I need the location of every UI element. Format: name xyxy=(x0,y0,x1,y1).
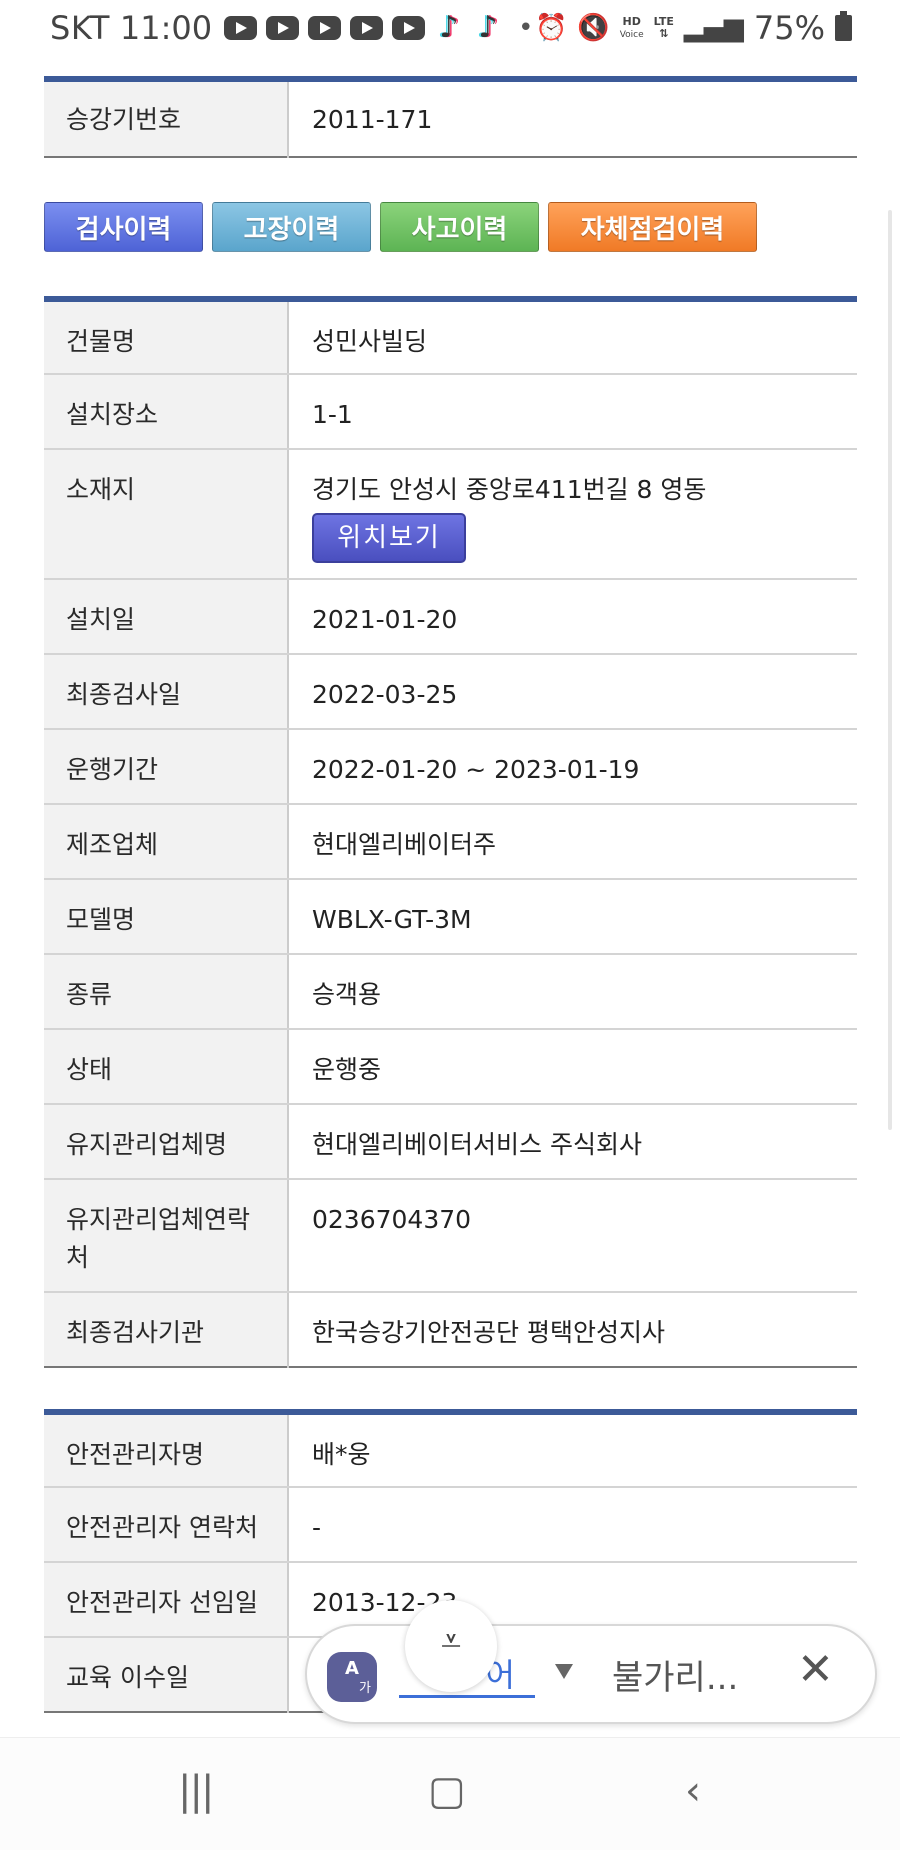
elevator-info-table: 건물명 성민사빌딩 설치장소 1-1 소재지 경기도 안성시 중앙로411번길 … xyxy=(44,296,857,1368)
safety-manager-label: 안전관리자명 xyxy=(44,1412,289,1488)
hd-voice-icon: HD Voice xyxy=(619,14,644,40)
notification-icons: ♪ ♪ • xyxy=(224,13,533,43)
youtube-icon xyxy=(308,16,342,40)
table-row: 소재지 경기도 안성시 중앙로411번길 8 영동 위치보기 xyxy=(44,449,857,580)
model-label: 모델명 xyxy=(44,879,289,955)
elevator-number-table: 승강기번호 2011-171 xyxy=(44,76,857,158)
table-row: 종류 승객용 xyxy=(44,954,857,1030)
elevator-number-value: 2011-171 xyxy=(312,105,433,134)
address-label: 소재지 xyxy=(44,449,289,580)
inspection-agency-label: 최종검사기관 xyxy=(44,1292,289,1367)
youtube-icon xyxy=(224,16,258,40)
education-date-label: 교육 이수일 xyxy=(44,1637,289,1712)
table-row: 최종검사일 2022-03-25 xyxy=(44,654,857,730)
mute-icon: 🔇 xyxy=(577,13,610,43)
model-value: WBLX-GT-3M xyxy=(288,879,857,955)
language-dropdown-icon[interactable] xyxy=(555,1664,573,1679)
install-date-value: 2021-01-20 xyxy=(288,579,857,655)
home-icon[interactable]: ▢ xyxy=(428,1768,466,1814)
recents-icon[interactable]: ||| xyxy=(178,1768,214,1814)
table-row: 설치장소 1-1 xyxy=(44,374,857,450)
table-row: 제조업체 현대엘리베이터주 xyxy=(44,804,857,880)
table-row: 상태 운행중 xyxy=(44,1029,857,1105)
battery-percent: 75% xyxy=(753,9,825,47)
inspection-history-button[interactable]: 검사이력 xyxy=(44,202,203,252)
inspection-agency-value: 한국승강기안전공단 평택안성지사 xyxy=(312,1318,665,1347)
table-row: 최종검사기관 한국승강기안전공단 평택안성지사 xyxy=(44,1292,857,1367)
maintenance-company-label: 유지관리업체명 xyxy=(44,1104,289,1180)
translate-icon[interactable]: A 가 xyxy=(327,1652,377,1702)
target-language-tab[interactable]: 불가리... xyxy=(612,1650,738,1699)
youtube-icon xyxy=(392,16,426,40)
address-cell: 경기도 안성시 중앙로411번길 8 영동 위치보기 xyxy=(288,449,857,580)
clock: 11:00 xyxy=(119,9,213,47)
install-date-label: 설치일 xyxy=(44,579,289,655)
navigation-bar: ||| ▢ ‹ xyxy=(0,1737,900,1850)
type-value: 승객용 xyxy=(288,954,857,1030)
system-icons: ⏰ 🔇 HD Voice LTE ⇅ ▂▄▆ 75% xyxy=(535,0,852,56)
history-button-row: 검사이력 고장이력 사고이력 자체점검이력 xyxy=(44,202,857,252)
accident-history-button[interactable]: 사고이력 xyxy=(380,202,539,252)
maintenance-company-value: 현대엘리베이터서비스 주식회사 xyxy=(288,1104,857,1180)
building-label: 건물명 xyxy=(44,299,289,375)
self-check-history-button[interactable]: 자체점검이력 xyxy=(548,202,757,252)
elevator-number-label: 승강기번호 xyxy=(44,79,289,157)
safety-manager-contact-value: - xyxy=(288,1487,857,1563)
close-icon[interactable]: ✕ xyxy=(797,1644,834,1695)
battery-icon xyxy=(835,11,852,41)
scroll-indicator[interactable] xyxy=(888,210,892,1130)
youtube-icon xyxy=(266,16,300,40)
safety-manager-value: 배*웅 xyxy=(288,1412,857,1488)
lte-icon: LTE ⇅ xyxy=(653,15,674,40)
manufacturer-label: 제조업체 xyxy=(44,804,289,880)
table-row: 안전관리자 연락처 - xyxy=(44,1487,857,1563)
failure-history-button[interactable]: 고장이력 xyxy=(212,202,371,252)
last-inspection-label: 최종검사일 xyxy=(44,654,289,730)
alarm-icon: ⏰ xyxy=(534,13,568,43)
translate-bar: A 가 어 불가리... ✕ xyxy=(305,1624,877,1724)
tiktok-icon: ♪ xyxy=(478,10,498,45)
tiktok-icon: ♪ xyxy=(439,10,459,45)
install-place-label: 설치장소 xyxy=(44,374,289,450)
building-value: 성민사빌딩 xyxy=(288,299,857,375)
last-inspection-value: 2022-03-25 xyxy=(288,654,857,730)
table-row: 유지관리업체연락처 0236704370 xyxy=(44,1179,857,1293)
signal-icon: ▂▄▆ xyxy=(683,13,744,43)
table-row: 운행기간 2022-01-20 ~ 2023-01-19 xyxy=(44,729,857,805)
table-row: 안전관리자명 배*웅 xyxy=(44,1412,857,1488)
back-icon[interactable]: ‹ xyxy=(685,1768,701,1814)
table-row: 모델명 WBLX-GT-3M xyxy=(44,879,857,955)
status-bar: SKT 11:00 ♪ ♪ • ⏰ 🔇 HD Voice LTE ⇅ ▂▄▆ 75% xyxy=(0,0,900,56)
safety-manager-appointed-label: 안전관리자 선임일 xyxy=(44,1562,289,1638)
install-place-value: 1-1 xyxy=(288,374,857,450)
table-row: 유지관리업체명 현대엘리베이터서비스 주식회사 xyxy=(44,1104,857,1180)
table-row: 설치일 2021-01-20 xyxy=(44,579,857,655)
type-label: 종류 xyxy=(44,954,289,1030)
maintenance-contact-value: 0236704370 xyxy=(288,1179,857,1293)
table-row: 건물명 성민사빌딩 xyxy=(44,299,857,375)
page-content: 승강기번호 2011-171 검사이력 고장이력 사고이력 자체점검이력 건물명… xyxy=(44,76,857,1713)
maintenance-contact-label: 유지관리업체연락처 xyxy=(44,1179,289,1293)
more-notifications-dot: • xyxy=(518,13,534,43)
safety-manager-contact-label: 안전관리자 연락처 xyxy=(44,1487,289,1563)
operation-period-value: 2022-01-20 ~ 2023-01-19 xyxy=(288,729,857,805)
view-location-button[interactable]: 위치보기 xyxy=(312,513,466,563)
carrier-label: SKT xyxy=(50,9,110,47)
status-label: 상태 xyxy=(44,1029,289,1105)
youtube-icon xyxy=(350,16,384,40)
status-value: 운행중 xyxy=(288,1029,857,1105)
operation-period-label: 운행기간 xyxy=(44,729,289,805)
address-value: 경기도 안성시 중앙로411번길 8 영동 xyxy=(312,475,707,504)
collapse-icon[interactable]: ⩡ xyxy=(405,1600,497,1692)
manufacturer-value: 현대엘리베이터주 xyxy=(288,804,857,880)
